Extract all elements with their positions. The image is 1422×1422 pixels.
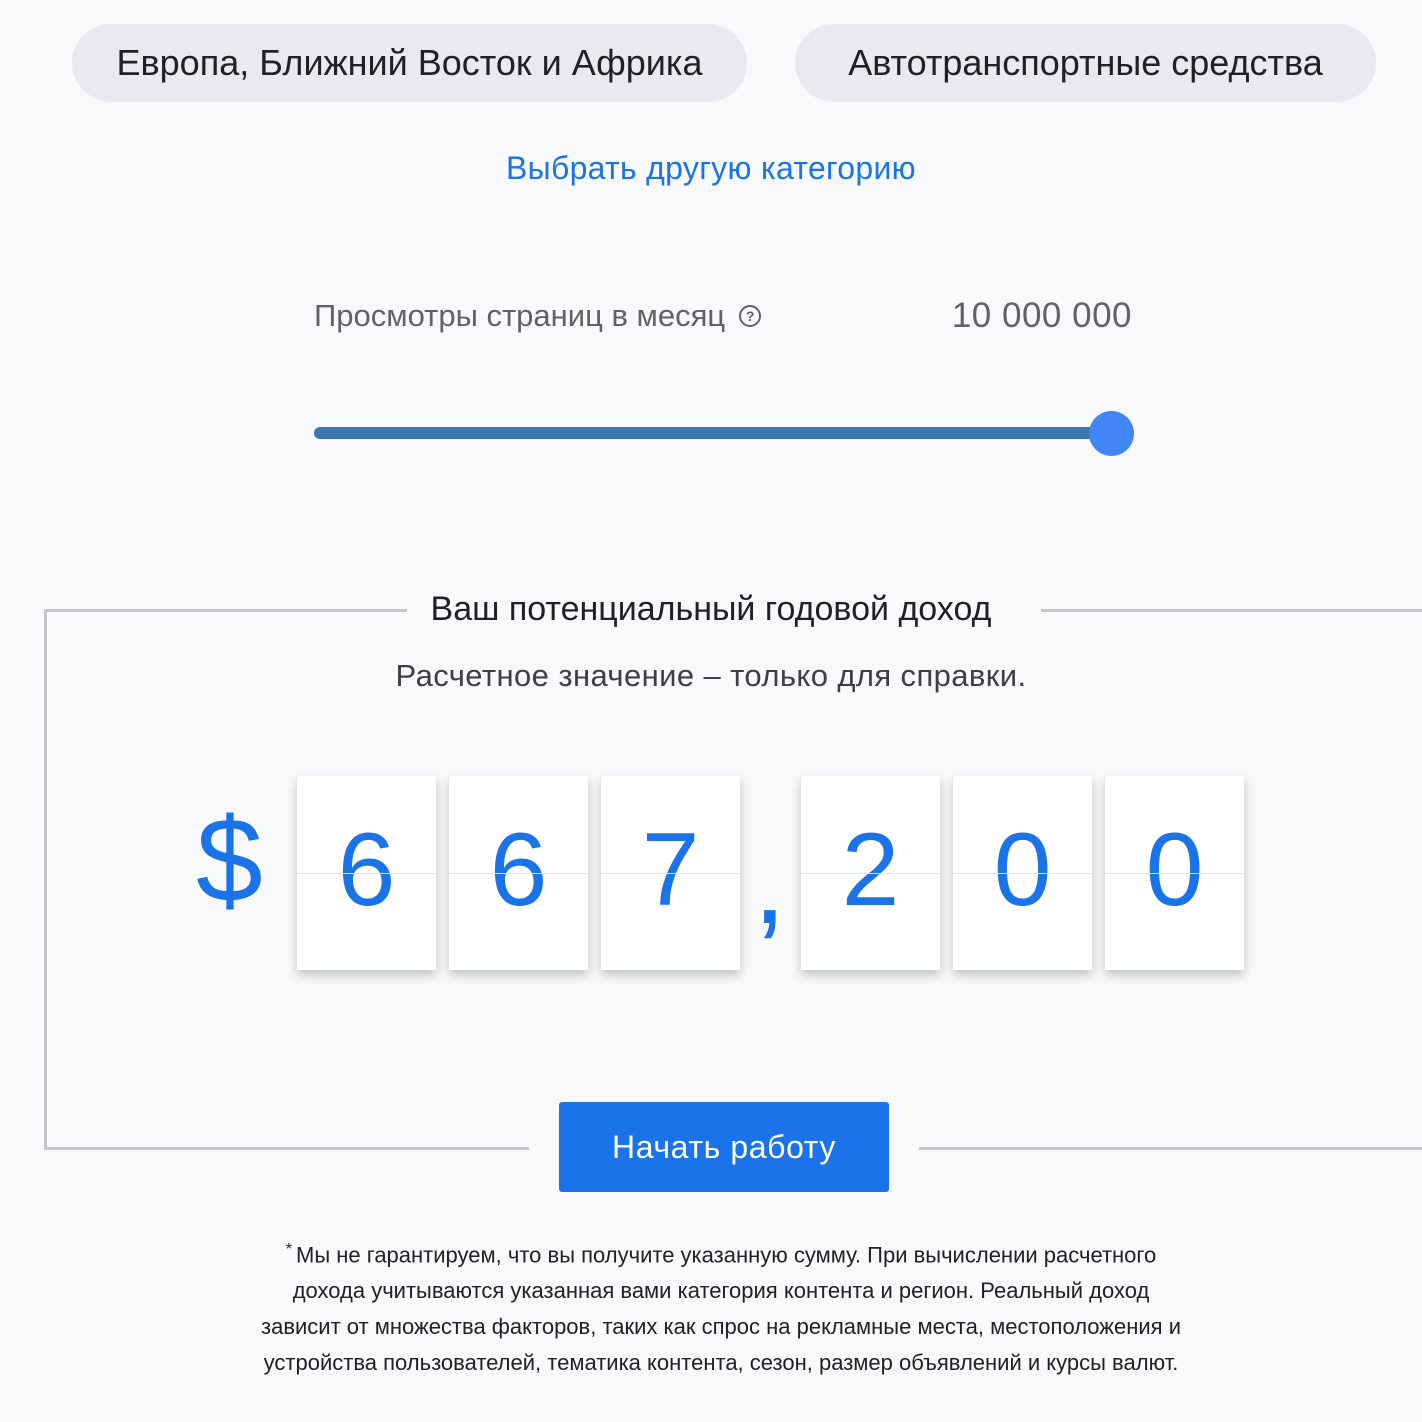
- currency-symbol: $: [196, 793, 263, 927]
- thousands-separator: ,: [753, 815, 787, 949]
- digit: 6: [337, 812, 396, 928]
- digit: 2: [841, 812, 900, 928]
- help-icon[interactable]: ?: [739, 305, 762, 327]
- disclaimer: * Мы не гарантируем, что вы получите указ…: [260, 1232, 1182, 1381]
- income-title: Ваш потенциальный годовой доход: [430, 590, 992, 628]
- change-category-link[interactable]: Выбрать другую категорию: [0, 150, 1422, 187]
- income-subtitle: Расчетное значение – только для справки.: [395, 658, 1027, 693]
- income-frame-bottom-left: [44, 1147, 529, 1150]
- disclaimer-asterisk: *: [285, 1241, 293, 1258]
- pageviews-slider-thumb[interactable]: [1089, 411, 1134, 456]
- digit-card: 6: [449, 776, 588, 970]
- disclaimer-text: Мы не гарантируем, что вы получите указа…: [261, 1242, 1181, 1376]
- pageviews-label-text: Просмотры страниц в месяц: [314, 298, 726, 333]
- income-frame-bottom-right: [919, 1147, 1422, 1150]
- region-chip[interactable]: Европа, Ближний Восток и Африка: [72, 24, 747, 102]
- digit-card: 7: [601, 776, 740, 970]
- region-chip-label: Европа, Ближний Восток и Африка: [116, 42, 703, 83]
- pageviews-label: Просмотры страниц в месяц ?: [314, 298, 762, 334]
- category-chip[interactable]: Автотранспортные средства: [795, 24, 1376, 102]
- digit-card: 0: [1105, 776, 1244, 970]
- digit-card: 0: [953, 776, 1092, 970]
- digit: 7: [641, 812, 700, 928]
- pageviews-value: 10 000 000: [951, 296, 1132, 335]
- digit-card: 6: [297, 776, 436, 970]
- pageviews-slider-track[interactable]: [314, 427, 1116, 439]
- start-button[interactable]: Начать работу: [559, 1102, 889, 1192]
- category-chip-label: Автотранспортные средства: [848, 42, 1323, 83]
- digit-card: 2: [801, 776, 940, 970]
- digit: 0: [1145, 812, 1204, 928]
- digit: 0: [993, 812, 1052, 928]
- digit: 6: [489, 812, 548, 928]
